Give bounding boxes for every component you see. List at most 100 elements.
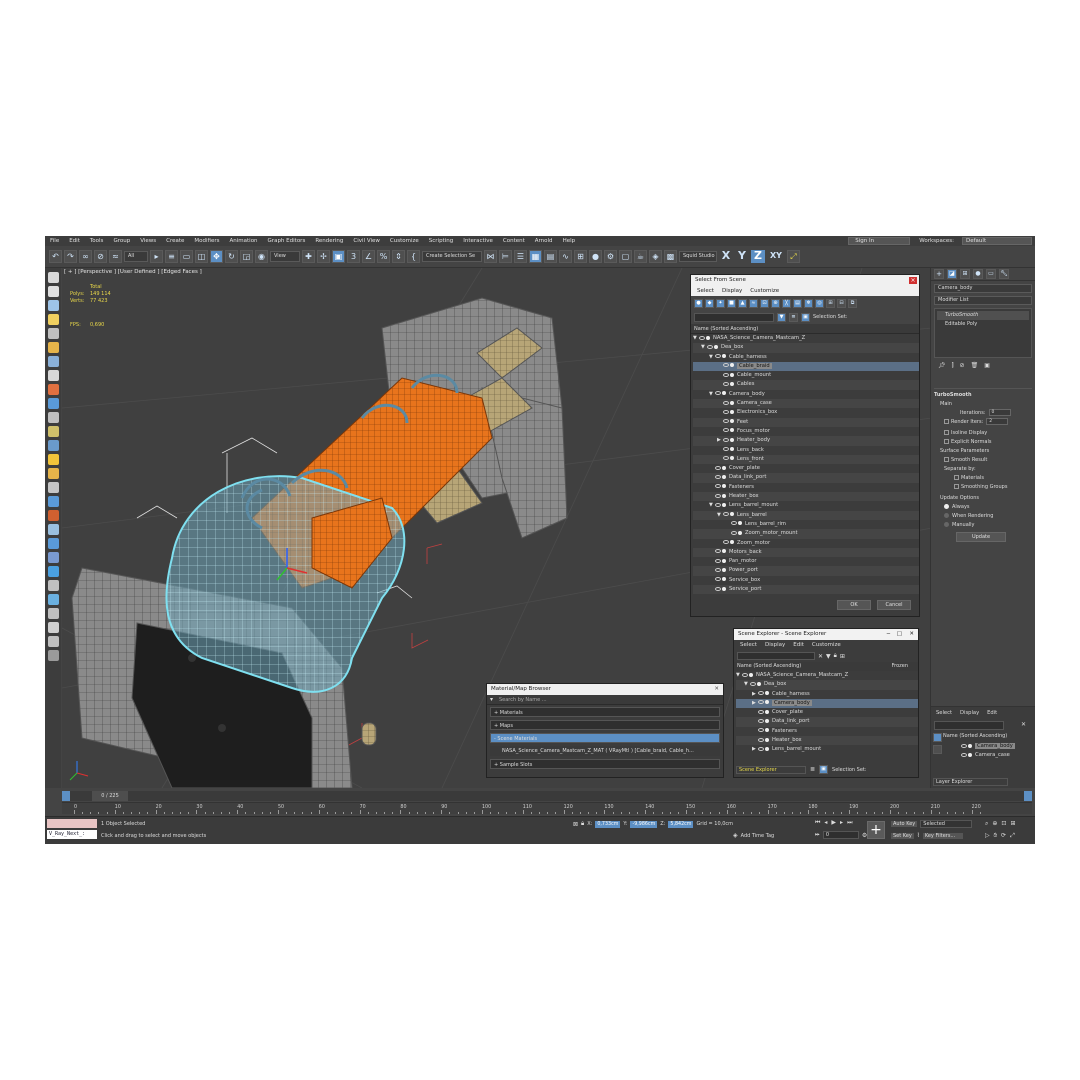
sort-by-layer-icon[interactable] — [932, 745, 942, 754]
visibility-eye-icon[interactable] — [715, 474, 721, 479]
visibility-eye-icon[interactable] — [758, 718, 764, 723]
collapsed-arrow-icon[interactable]: ▶ — [717, 436, 723, 445]
unlink-icon[interactable]: ⊘ — [94, 250, 107, 263]
torus-icon[interactable] — [47, 468, 59, 479]
maximize-viewport-icon[interactable]: ⤢ — [1010, 832, 1015, 840]
scene-tree-row[interactable]: ▼ NASA_Science_Camera_Mastcam_Z — [693, 334, 919, 343]
update-button[interactable]: Update — [956, 532, 1006, 542]
field-of-view-icon[interactable]: ▷ — [985, 832, 990, 840]
time-tag-icon[interactable]: ◈ — [733, 832, 738, 839]
zoom-all-icon[interactable]: ⊕ — [992, 820, 997, 828]
visibility-eye-icon[interactable] — [723, 447, 729, 452]
place-icon[interactable]: ◉ — [255, 250, 268, 263]
frozen-column-header[interactable]: Frozen — [892, 662, 908, 671]
scene-explorer-row[interactable]: Data_link_port — [736, 717, 918, 727]
angle-snap-icon[interactable]: ∠ — [362, 250, 375, 263]
visibility-eye-icon[interactable] — [723, 419, 729, 424]
menu-item-help[interactable]: Help — [558, 238, 581, 244]
material-editor-icon[interactable]: ● — [589, 250, 602, 263]
scene-tree-row[interactable]: Power_port — [693, 566, 919, 576]
remove-modifier-icon[interactable]: 🗑︎ — [971, 362, 979, 370]
filter-hidden-icon[interactable]: ◎ — [815, 298, 824, 308]
expanded-arrow-icon[interactable]: ▼ — [701, 343, 707, 352]
scene-tree-row[interactable]: Cables — [693, 380, 919, 390]
layer-explorer-dropdown[interactable]: Layer Explorer — [933, 778, 1008, 786]
spinner-snap-icon[interactable]: ⇕ — [392, 250, 405, 263]
menu-item-views[interactable]: Views — [135, 238, 161, 244]
menu-item-rendering[interactable]: Rendering — [310, 238, 348, 244]
tube-icon[interactable] — [47, 496, 59, 507]
go-to-start-icon[interactable]: ⏮︎ — [815, 819, 820, 827]
frame-display[interactable]: 0 / 225 — [92, 791, 128, 801]
scene-tree-row[interactable]: ▼ Cable_harness — [693, 353, 919, 362]
visibility-eye-icon[interactable] — [715, 577, 721, 582]
filter-helpers-icon[interactable]: ▲ — [738, 298, 747, 308]
iterations-spinner[interactable]: 0 — [988, 409, 1011, 416]
sfs-menu-customize[interactable]: Customize — [750, 286, 779, 296]
maxscript-listener-pink[interactable] — [47, 819, 97, 828]
select-manipulate-icon[interactable]: ✢ — [317, 250, 330, 263]
reference-coord-dropdown[interactable]: View — [270, 251, 300, 262]
scene-tree-row[interactable]: Electronics_box — [693, 408, 919, 417]
display-tab-icon[interactable]: ▭ — [986, 269, 996, 279]
clear-icon[interactable]: ✕ — [818, 653, 823, 660]
modify-icon[interactable] — [47, 370, 59, 381]
always-radio[interactable] — [944, 504, 949, 509]
expanded-arrow-icon[interactable]: ▼ — [709, 353, 715, 362]
expanded-arrow-icon[interactable]: ▼ — [744, 680, 750, 689]
create-tab-icon[interactable]: + — [934, 269, 944, 279]
schematic-view-icon[interactable]: ⊞ — [574, 250, 587, 263]
layer-search-input[interactable] — [934, 721, 1004, 730]
visibility-eye-icon[interactable] — [758, 728, 764, 733]
time-slider[interactable]: 0 / 225 — [62, 791, 1032, 801]
visibility-eye-icon[interactable] — [715, 354, 721, 359]
visibility-eye-icon[interactable] — [723, 400, 729, 405]
select-from-scene-titlebar[interactable]: Select From Scene × — [691, 275, 919, 286]
tree-header[interactable]: Name (Sorted Ascending) — [691, 324, 919, 334]
paint-icon[interactable] — [47, 510, 59, 521]
expanded-arrow-icon[interactable]: ▼ — [709, 501, 715, 510]
box-icon[interactable] — [47, 300, 59, 311]
scene-tree-row[interactable]: Feet — [693, 417, 919, 427]
layer-menu-edit[interactable]: Edit — [987, 707, 997, 719]
scene-tree-row[interactable]: Data_link_port — [693, 473, 919, 483]
teapot-icon[interactable] — [47, 272, 59, 283]
visibility-eye-icon[interactable] — [961, 743, 967, 748]
cancel-button[interactable]: Cancel — [877, 600, 911, 610]
scene-tree-row[interactable]: Camera_case — [693, 399, 919, 409]
edit-named-sets-icon[interactable]: { — [407, 250, 420, 263]
close-icon[interactable]: × — [909, 277, 917, 284]
visibility-eye-icon[interactable] — [715, 493, 721, 498]
scene-material-item[interactable]: NASA_Science_Camera_Mastcam_Z_MAT ( VRay… — [490, 746, 720, 756]
make-unique-icon[interactable]: ⊘ — [960, 362, 965, 370]
visibility-eye-icon[interactable] — [723, 428, 729, 433]
minimize-icon[interactable]: ─ — [887, 629, 890, 640]
scale-icon[interactable]: ◲ — [240, 250, 253, 263]
visibility-eye-icon[interactable] — [715, 391, 721, 396]
visibility-eye-icon[interactable] — [723, 456, 729, 461]
camera-icon[interactable] — [47, 328, 59, 339]
hair-icon[interactable] — [47, 412, 59, 423]
material-browser-titlebar[interactable]: Material/Map Browser ✕ — [487, 684, 723, 695]
toggle-scene-explorer-icon[interactable]: ☰ — [514, 250, 527, 263]
lock-icon[interactable]: 🔒︎ — [834, 652, 837, 660]
rotate-icon[interactable]: ↻ — [225, 250, 238, 263]
cone-icon[interactable] — [47, 440, 59, 451]
scene-explorer-row[interactable]: ▶ Camera_body — [736, 698, 918, 709]
visibility-eye-icon[interactable] — [707, 344, 713, 349]
scene-explorer-row[interactable]: ▶ Lens_barrel_mount — [736, 745, 918, 754]
filter-groups-icon[interactable]: ⊡ — [760, 298, 769, 308]
pivot-icon[interactable]: ✚ — [302, 250, 315, 263]
se-menu-select[interactable]: Select — [740, 640, 757, 650]
render-iters-spinner[interactable]: 2 — [986, 418, 1009, 425]
fx-icon[interactable] — [47, 622, 59, 633]
redo-icon[interactable]: ↷ — [64, 250, 77, 263]
visibility-eye-icon[interactable] — [715, 567, 721, 572]
object-name-field[interactable]: Camera_body — [934, 284, 1032, 293]
menu-item-animation[interactable]: Animation — [225, 238, 263, 244]
se-menu-display[interactable]: Display — [765, 640, 785, 650]
render-production-icon[interactable]: ☕ — [634, 250, 647, 263]
when-rendering-radio[interactable] — [944, 513, 949, 518]
render-icon[interactable] — [47, 580, 59, 591]
rect-selection-icon[interactable]: ▭ — [180, 250, 193, 263]
